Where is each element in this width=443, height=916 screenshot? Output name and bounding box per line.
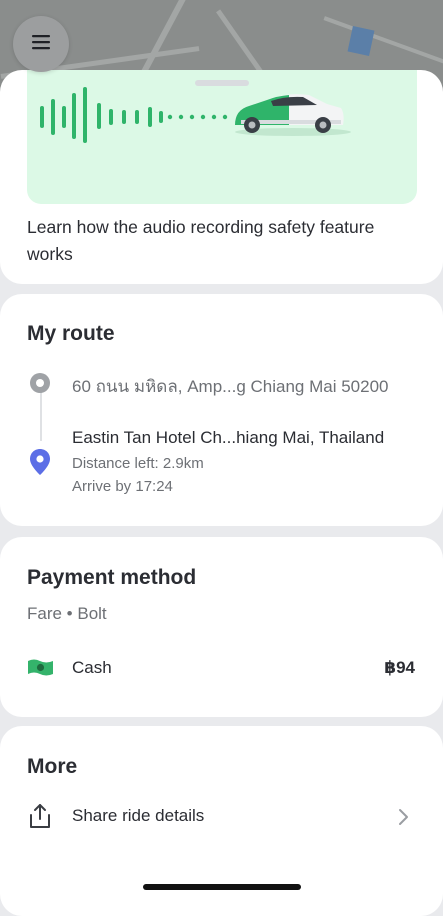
chevron-right-icon[interactable]	[397, 808, 409, 826]
ride-price: ฿94	[384, 658, 415, 677]
learn-audio-recording-link[interactable]: Learn how the audio recording safety fea…	[27, 214, 417, 268]
fare-provider: Fare • Bolt	[27, 604, 107, 623]
route-card: My route 60 ถนน มหิดล, Amp...g Chiang Ma…	[0, 294, 443, 526]
payment-title: Payment method	[27, 566, 197, 589]
audio-safety-card: Learn how the audio recording safety fea…	[0, 70, 443, 284]
origin-address[interactable]: 60 ถนน มหิดล, Amp...g Chiang Mai 50200	[72, 373, 389, 400]
more-title: More	[27, 755, 78, 778]
distance-left: Distance left: 2.9km	[72, 455, 204, 472]
origin-dot-icon	[30, 373, 50, 393]
share-ride-details-button[interactable]: Share ride details	[72, 806, 204, 826]
audio-recording-banner[interactable]	[27, 70, 417, 204]
home-indicator[interactable]	[143, 884, 301, 890]
menu-icon	[30, 31, 52, 58]
payment-card: Payment method Fare • Bolt Cash ฿94	[0, 537, 443, 717]
audio-waveform-icon	[40, 87, 228, 143]
location-pin-icon	[30, 449, 50, 475]
arrive-by: Arrive by 17:24	[72, 478, 173, 495]
drag-handle[interactable]	[195, 80, 249, 86]
destination-address[interactable]: Eastin Tan Hotel Ch...hiang Mai, Thailan…	[72, 428, 384, 448]
menu-button[interactable]	[13, 16, 69, 72]
route-connector-line	[40, 389, 42, 441]
share-icon	[30, 804, 50, 828]
cash-icon	[28, 659, 53, 676]
payment-method-label[interactable]: Cash	[72, 658, 112, 678]
car-icon	[235, 94, 351, 136]
route-title: My route	[27, 322, 115, 345]
